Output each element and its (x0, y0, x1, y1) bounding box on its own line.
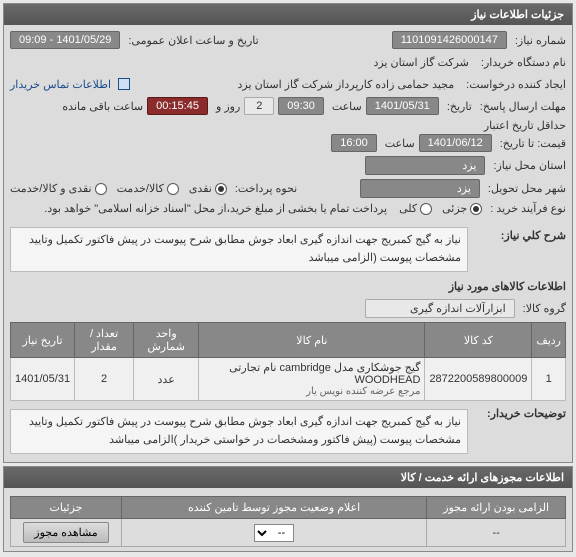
request-creator-value: مجید حمامی زاده کارپرداز شرکت گاز استان … (234, 75, 459, 93)
cell-unit: عدد (134, 358, 199, 401)
buyer-device-label: نام دستگاه خریدار: (481, 56, 566, 69)
goods-group-value: ابزارآلات اندازه گیری (365, 299, 515, 318)
buyer-notes-value: نیاز به گیج کمبریج جهت اندازه گیری ابعاد… (10, 409, 468, 454)
goods-group-label: گروه کالا: (523, 302, 566, 315)
announce-date-value: 1401/05/29 - 09:09 (10, 31, 120, 49)
table-row: 1 2872200589800009 گیج جوشکاری مدل cambr… (11, 358, 566, 401)
validity-label-2: قیمت: تا تاریخ: (500, 137, 566, 150)
row-validity-2: قیمت: تا تاریخ: 1401/06/12 ساعت 16:00 (10, 132, 566, 154)
cell-name-main: گیج جوشکاری مدل cambridge نام تجارتی WOO… (203, 361, 420, 386)
row-buy-process: نوع فرآیند خرید : جزئی کلی پرداخت تمام ی… (10, 200, 566, 217)
th-qty: تعداد / مقدار (75, 323, 134, 358)
th-date: تاریخ نیاز (11, 323, 75, 358)
perm-status-cell: -- (122, 519, 427, 547)
perm-th-status: اعلام وضعیت مجوز توسط تامین کننده (122, 497, 427, 519)
validity-time-value: 16:00 (331, 134, 377, 152)
need-desc-value: نیاز به گیج کمبریج جهت اندازه گیری ابعاد… (10, 227, 468, 272)
pay-method-group: نقدی کالا/خدمت نقدی و کالا/خدمت (10, 182, 227, 195)
buy-note: پرداخت تمام یا بخشی از مبلغ خرید،از محل … (44, 202, 387, 215)
buyer-notes-label: توضیحات خریدار: (476, 407, 566, 420)
row-need-no: شماره نیاز: 1101091426000147 تاریخ و ساع… (10, 29, 566, 51)
radio-dot-icon (470, 203, 482, 215)
row-request-creator: ایجاد کننده درخواست: مجید حمامی زاده کار… (10, 73, 566, 95)
perm-mandatory-cell: -- (427, 519, 566, 547)
cell-date: 1401/05/31 (11, 358, 75, 401)
th-idx: ردیف (532, 323, 566, 358)
contact-icon (118, 78, 130, 90)
buy-option-0[interactable]: جزئی (442, 202, 482, 215)
remaining-label: ساعت باقی مانده (62, 100, 143, 113)
permits-row: -- -- مشاهده مجوز (11, 519, 566, 547)
time-label-1: ساعت (332, 100, 362, 113)
pay-option-2[interactable]: نقدی و کالا/خدمت (10, 182, 107, 195)
cell-qty: 2 (75, 358, 134, 401)
buyer-contact-link[interactable]: اطلاعات تماس خریدار (10, 78, 111, 91)
day-and-label: روز و (216, 100, 240, 113)
delivery-city-label: شهر محل تحویل: (488, 182, 566, 195)
goods-section-title: اطلاعات کالاهای مورد نیاز (10, 276, 566, 297)
cell-name-sub: مرجع عرضه کننده نویس یار (203, 386, 420, 397)
panel-header: جزئیات اطلاعات نیاز (4, 4, 572, 25)
request-creator-label: ایجاد کننده درخواست: (466, 78, 566, 91)
cell-code: 2872200589800009 (425, 358, 532, 401)
permits-header-row: الزامی بودن ارائه مجوز اعلام وضعیت مجوز … (11, 497, 566, 519)
permits-panel-body: الزامی بودن ارائه مجوز اعلام وضعیت مجوز … (4, 488, 572, 551)
radio-dot-icon (420, 203, 432, 215)
delivery-city-value: یزد (360, 179, 480, 198)
permits-table: الزامی بودن ارائه مجوز اعلام وضعیت مجوز … (10, 496, 566, 547)
row-need-desc: شرح کلي نیاز: نیاز به گیج کمبریج جهت اند… (10, 223, 566, 276)
row-buyer-device: نام دستگاه خریدار: شرکت گاز استان یزد (10, 51, 566, 73)
buy-option-1[interactable]: کلی (399, 202, 432, 215)
announce-date-label: تاریخ و ساعت اعلان عمومی: (128, 34, 258, 47)
radio-dot-icon (95, 183, 107, 195)
permits-panel-header: اطلاعات مجوزهای ارائه خدمت / کالا (4, 467, 572, 488)
time-label-2: ساعت (385, 137, 415, 150)
permits-panel-title: اطلاعات مجوزهای ارائه خدمت / کالا (401, 472, 564, 484)
row-goods-group: گروه کالا: ابزارآلات اندازه گیری (10, 297, 566, 320)
row-buyer-notes: توضیحات خریدار: نیاز به گیج کمبریج جهت ا… (10, 405, 566, 458)
need-desc-title: شرح کلي نیاز: (476, 225, 566, 246)
need-no-value: 1101091426000147 (392, 31, 507, 49)
row-deadline: مهلت ارسال پاسخ: تاریخ: 1401/05/31 ساعت … (10, 95, 566, 117)
cell-idx: 1 (532, 358, 566, 401)
row-delivery-city: شهر محل تحویل: یزد نحوه پرداخت: نقدی کال… (10, 177, 566, 200)
deadline-time-value: 09:30 (278, 97, 324, 115)
th-code: کد کالا (425, 323, 532, 358)
panel-title: جزئیات اطلاعات نیاز (471, 9, 564, 21)
buy-process-label: نوع فرآیند خرید : (490, 202, 566, 215)
need-details-panel: جزئیات اطلاعات نیاز شماره نیاز: 11010914… (3, 3, 573, 463)
remaining-time-value: 00:15:45 (147, 97, 208, 115)
perm-details-cell: مشاهده مجوز (11, 519, 122, 547)
th-unit: واحد شمارش (134, 323, 199, 358)
panel-body: شماره نیاز: 1101091426000147 تاریخ و ساع… (4, 25, 572, 462)
from-date-label: تاریخ: (447, 100, 472, 113)
pay-option-1[interactable]: کالا/خدمت (117, 182, 179, 195)
th-name: نام کالا (199, 323, 425, 358)
deadline-date-value: 1401/05/31 (366, 97, 439, 115)
radio-dot-icon (215, 183, 227, 195)
need-city-label: استان محل نیاز: (493, 159, 566, 172)
deadline-days-value: 2 (244, 97, 274, 115)
row-need-city: استان محل نیاز: یزد (10, 154, 566, 177)
validity-date-value: 1401/06/12 (419, 134, 492, 152)
goods-table-header-row: ردیف کد کالا نام کالا واحد شمارش تعداد /… (11, 323, 566, 358)
validity-label-1: حداقل تاریخ اعتبار (484, 119, 566, 132)
buy-process-group: جزئی کلی (399, 202, 482, 215)
pay-option-0[interactable]: نقدی (189, 182, 227, 195)
buyer-device-value: شرکت گاز استان یزد (369, 53, 472, 71)
perm-th-mandatory: الزامی بودن ارائه مجوز (427, 497, 566, 519)
goods-table: ردیف کد کالا نام کالا واحد شمارش تعداد /… (10, 322, 566, 401)
deadline-label: مهلت ارسال پاسخ: (480, 100, 566, 113)
need-no-label: شماره نیاز: (515, 34, 566, 47)
need-city-value: یزد (365, 156, 485, 175)
permits-panel: اطلاعات مجوزهای ارائه خدمت / کالا الزامی… (3, 466, 573, 552)
radio-dot-icon (167, 183, 179, 195)
perm-th-details: جزئیات (11, 497, 122, 519)
cell-name: گیج جوشکاری مدل cambridge نام تجارتی WOO… (199, 358, 425, 401)
view-permit-button[interactable]: مشاهده مجوز (23, 522, 108, 543)
perm-status-select[interactable]: -- (254, 524, 294, 542)
pay-method-label: نحوه پرداخت: (235, 182, 297, 195)
